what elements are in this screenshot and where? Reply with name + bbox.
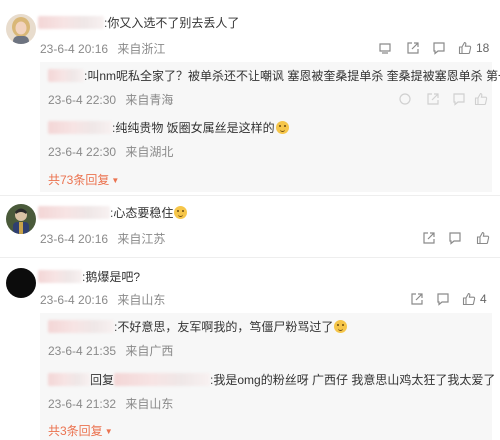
avatar[interactable]: [6, 268, 36, 298]
caret-down-icon: ▼: [104, 427, 113, 436]
comment-location: 来自山东: [117, 293, 166, 307]
avatar[interactable]: [6, 14, 36, 44]
comment-icon[interactable]: [436, 292, 450, 306]
share-icon[interactable]: [406, 41, 420, 55]
comment-location: 来自江苏: [117, 232, 166, 246]
blurred-username[interactable]: [48, 69, 84, 82]
reply-time: 23-6-4 21:35: [48, 344, 117, 358]
more-replies-label: 共3条回复: [48, 424, 103, 438]
comment-text-row: :心态要稳住: [38, 205, 188, 221]
reply-location: 来自山东: [125, 397, 174, 411]
reply-location: 来自湖北: [125, 145, 174, 159]
reply-box: :叫nm呢私全家了？被单杀还不让嘲讽 塞恩被奎桑提单杀 奎桑提被塞恩单杀 第一人…: [40, 62, 500, 192]
blurred-username[interactable]: [38, 206, 110, 219]
blurred-username[interactable]: [114, 373, 211, 386]
comment-text-row: :你又入选不了别去丢人了: [38, 15, 239, 31]
caret-down-icon: ▼: [111, 176, 120, 185]
comment-3: :鹅爆是吧? 23-6-4 20:16 来自山东 4 :不好意思，友军啊我的，笃…: [0, 258, 500, 440]
comment-time: 23-6-4 20:16: [40, 42, 109, 56]
reply-2: :纯纯贵物 饭圈女属丝是这样的: [48, 120, 289, 136]
smirk-emoji-icon: [334, 320, 348, 333]
reply-meta: 23-6-4 22:30 来自青海: [48, 91, 173, 108]
comment-text: :你又入选不了别去丢人了: [104, 16, 240, 30]
share-icon[interactable]: [422, 231, 436, 245]
reply-location: 来自广西: [125, 344, 174, 358]
comment-actions: 18: [372, 41, 496, 57]
blurred-username[interactable]: [38, 16, 104, 29]
thumb-up-icon[interactable]: [474, 92, 488, 106]
thumb-up-icon[interactable]: [462, 292, 476, 306]
more-replies-link[interactable]: 共3条回复 ▼: [48, 422, 113, 439]
more-replies-link[interactable]: 共73条回复 ▼: [48, 171, 119, 188]
reply-text: :不好意思，友军啊我的，笃僵尸粉骂过了: [114, 320, 334, 334]
like-count: 4: [480, 292, 487, 306]
avatar[interactable]: [6, 204, 36, 234]
comment-time: 23-6-4 20:16: [40, 293, 109, 307]
reply-1: :叫nm呢私全家了？被单杀还不让嘲讽 塞恩被奎桑提单杀 奎桑提被塞恩单杀 第一人: [48, 68, 500, 84]
smirk-emoji-icon: [174, 206, 188, 219]
comment-location: 来自浙江: [117, 42, 166, 56]
more-replies-label: 共73条回复: [48, 173, 110, 187]
comment-meta: 23-6-4 20:16 来自江苏: [40, 230, 165, 247]
reply-time: 23-6-4 22:30: [48, 145, 117, 159]
comment-meta: 23-6-4 20:16 来自山东: [40, 291, 165, 308]
reply-time: 23-6-4 21:32: [48, 397, 117, 411]
like-count: 18: [476, 41, 490, 55]
comment-text-row: :鹅爆是吧?: [38, 269, 140, 285]
comment-actions: [420, 231, 496, 247]
smirk-emoji-icon: [275, 121, 289, 134]
reply-2: 回复 :我是omg的粉丝呀 广西仔 我意思山鸡太狂了我太爱了: [48, 372, 495, 388]
reply-meta: 23-6-4 21:32 来自山东: [48, 395, 173, 412]
comment-1: :你又入选不了别去丢人了 23-6-4 20:16 来自浙江 18 :叫nm呢私…: [0, 0, 500, 192]
thumb-up-icon[interactable]: [458, 41, 472, 55]
comment-icon[interactable]: [452, 92, 466, 106]
comment-time: 23-6-4 20:16: [40, 232, 109, 246]
report-icon[interactable]: [398, 92, 412, 106]
thumb-up-icon[interactable]: [476, 231, 490, 245]
comment-meta: 23-6-4 20:16 来自浙江: [40, 40, 165, 57]
reply-time: 23-6-4 22:30: [48, 93, 117, 107]
reply-meta: 23-6-4 22:30 来自湖北: [48, 143, 173, 160]
reply-text: :我是omg的粉丝呀 广西仔 我意思山鸡太狂了我太爱了: [210, 373, 496, 387]
reply-location: 来自青海: [125, 93, 174, 107]
blurred-username[interactable]: [48, 121, 112, 134]
comment-icon[interactable]: [448, 231, 462, 245]
report-icon[interactable]: [378, 41, 392, 55]
blurred-username[interactable]: [38, 270, 82, 283]
comment-text: :心态要稳住: [110, 206, 174, 220]
comment-actions: 4: [408, 292, 496, 308]
reply-box: :不好意思，友军啊我的，笃僵尸粉骂过了 23-6-4 21:35 来自广西 回复…: [40, 313, 495, 440]
reply-text: :叫nm呢私全家了？被单杀还不让嘲讽 塞恩被奎桑提单杀 奎桑提被塞恩单杀 第一人: [84, 69, 500, 83]
comment-2: :心态要稳住 23-6-4 20:16 来自江苏: [0, 196, 500, 254]
blurred-username[interactable]: [48, 373, 90, 386]
reply-1: :不好意思，友军啊我的，笃僵尸粉骂过了: [48, 319, 348, 335]
share-icon[interactable]: [410, 292, 424, 306]
reply-actions: [392, 92, 488, 108]
blurred-username[interactable]: [48, 320, 114, 333]
share-icon[interactable]: [426, 92, 440, 106]
reply-text: :纯纯贵物 饭圈女属丝是这样的: [112, 121, 275, 135]
comment-icon[interactable]: [432, 41, 446, 55]
comment-text: :鹅爆是吧?: [82, 270, 141, 284]
reply-prefix: 回复: [90, 373, 115, 387]
reply-meta: 23-6-4 21:35 来自广西: [48, 342, 173, 359]
